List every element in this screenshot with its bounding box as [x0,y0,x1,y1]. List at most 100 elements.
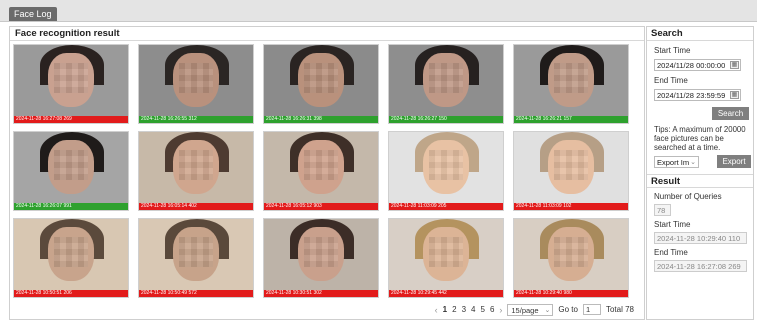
page-6[interactable]: 6 [490,305,494,314]
face-timestamp: 2024-11-28 16:26:31 398 [264,116,378,123]
face-result-card[interactable]: 2024-11-28 10:29:40 980 [513,218,629,298]
page-5[interactable]: 5 [480,305,484,314]
face-result-card[interactable]: 2024-11-28 16:05:12 903 [263,131,379,211]
face-blurred [548,227,594,281]
face-snapshot [264,219,378,292]
results-panel: Face recognition result 2024-11-28 16:27… [9,26,645,320]
face-result-card[interactable]: 2024-11-28 10:30:51 302 [263,218,379,298]
queries-value: 78 [654,204,671,216]
export-type-select[interactable]: Export Im ⌄ [654,156,699,168]
search-button[interactable]: Search [712,107,749,120]
face-snapshot [139,45,253,118]
face-result-card[interactable]: 2024-11-28 10:29:45 442 [388,218,504,298]
next-page-button[interactable]: › [499,305,502,315]
result-title: Result [647,174,753,188]
face-timestamp: 2024-11-28 16:26:27 150 [389,116,503,123]
tab-face-log[interactable]: Face Log [9,7,57,21]
face-blurred [173,140,219,194]
face-snapshot [514,132,628,205]
face-blurred [48,140,94,194]
face-blurred [298,140,344,194]
face-snapshot [514,219,628,292]
face-snapshot [14,45,128,118]
face-blurred [48,53,94,107]
face-timestamp: 2024-11-28 10:50:51 206 [14,290,128,297]
result-start-value: 2024-11-28 10:29:40 110 [654,232,747,244]
face-blurred [173,53,219,107]
face-timestamp: 2024-11-28 10:29:45 442 [389,290,503,297]
page-2[interactable]: 2 [452,305,456,314]
start-time-value: 2024/11/28 00:00:00 [657,61,726,70]
face-blurred [173,227,219,281]
face-blurred [48,227,94,281]
face-timestamp: 2024-11-28 16:26:21 157 [514,116,628,123]
result-end-label: End Time [654,248,688,257]
face-timestamp: 2024-11-28 10:29:40 980 [514,290,628,297]
per-page-value: 15/page [511,305,539,315]
face-result-card[interactable]: 2024-11-28 16:26:07 991 [13,131,129,211]
calendar-icon[interactable]: ▦ [730,91,739,99]
page-3[interactable]: 3 [462,305,466,314]
face-timestamp: 2024-11-28 16:26:55 312 [139,116,253,123]
pagination: ‹ 1 2 3 4 5 6 › 15/page ⌄ Go to 1 Total 7… [435,303,634,316]
chevron-down-icon: ⌄ [690,159,696,166]
face-snapshot [389,132,503,205]
search-title: Search [647,27,753,41]
top-bar: Face Log [0,0,757,22]
face-timestamp: 2024-11-28 11:03:09 205 [389,203,503,210]
face-timestamp: 2024-11-28 16:05:14 402 [139,203,253,210]
face-result-card[interactable]: 2024-11-28 16:27:08 269 [13,44,129,124]
end-time-input[interactable]: 2024/11/28 23:59:59 ▦ [654,89,741,101]
face-snapshot [139,219,253,292]
start-time-label: Start Time [654,46,691,55]
face-result-card[interactable]: 2024-11-28 10:50:49 572 [138,218,254,298]
results-title: Face recognition result [10,27,644,41]
start-time-input[interactable]: 2024/11/28 00:00:00 ▦ [654,59,741,71]
face-blurred [298,227,344,281]
face-blurred [298,53,344,107]
face-timestamp: 2024-11-28 10:50:49 572 [139,290,253,297]
queries-label: Number of Queries [654,192,722,201]
face-snapshot [139,132,253,205]
face-timestamp: 2024-11-28 16:27:08 269 [14,116,128,123]
face-blurred [423,140,469,194]
per-page-select[interactable]: 15/page ⌄ [507,303,554,316]
export-type-value: Export Im [657,158,690,167]
end-time-value: 2024/11/28 23:59:59 [657,91,726,100]
face-result-card[interactable]: 2024-11-28 16:26:21 157 [513,44,629,124]
face-blurred [548,53,594,107]
face-blurred [423,53,469,107]
face-snapshot [389,219,503,292]
face-timestamp: 2024-11-28 10:30:51 302 [264,290,378,297]
face-blurred [548,140,594,194]
export-button[interactable]: Export [717,155,751,168]
goto-label: Go to [558,305,578,314]
face-snapshot [389,45,503,118]
calendar-icon[interactable]: ▦ [730,61,739,69]
face-snapshot [264,45,378,118]
export-row: Export Im ⌄ Export [647,155,753,170]
face-result-card[interactable]: 2024-11-28 16:26:31 398 [263,44,379,124]
total-count: Total 78 [605,305,634,314]
goto-page-input[interactable]: 1 [582,304,601,315]
face-result-card[interactable]: 2024-11-28 11:03:09 205 [388,131,504,211]
face-snapshot [14,132,128,205]
face-snapshot [14,219,128,292]
face-timestamp: 2024-11-28 16:05:12 903 [264,203,378,210]
face-blurred [423,227,469,281]
face-result-card[interactable]: 2024-11-28 11:03:09 102 [513,131,629,211]
page-4[interactable]: 4 [471,305,475,314]
page-1[interactable]: 1 [443,305,447,314]
face-result-card[interactable]: 2024-11-28 16:05:14 402 [138,131,254,211]
face-timestamp: 2024-11-28 11:03:09 102 [514,203,628,210]
prev-page-button[interactable]: ‹ [435,305,438,315]
search-tips: Tips: A maximum of 20000 face pictures c… [654,125,746,152]
end-time-label: End Time [654,76,688,85]
face-result-card[interactable]: 2024-11-28 10:50:51 206 [13,218,129,298]
result-end-value: 2024-11-28 16:27:08 269 [654,260,747,272]
chevron-down-icon: ⌄ [544,306,551,314]
face-snapshot [514,45,628,118]
face-result-card[interactable]: 2024-11-28 16:26:55 312 [138,44,254,124]
face-result-card[interactable]: 2024-11-28 16:26:27 150 [388,44,504,124]
face-timestamp: 2024-11-28 16:26:07 991 [14,203,128,210]
